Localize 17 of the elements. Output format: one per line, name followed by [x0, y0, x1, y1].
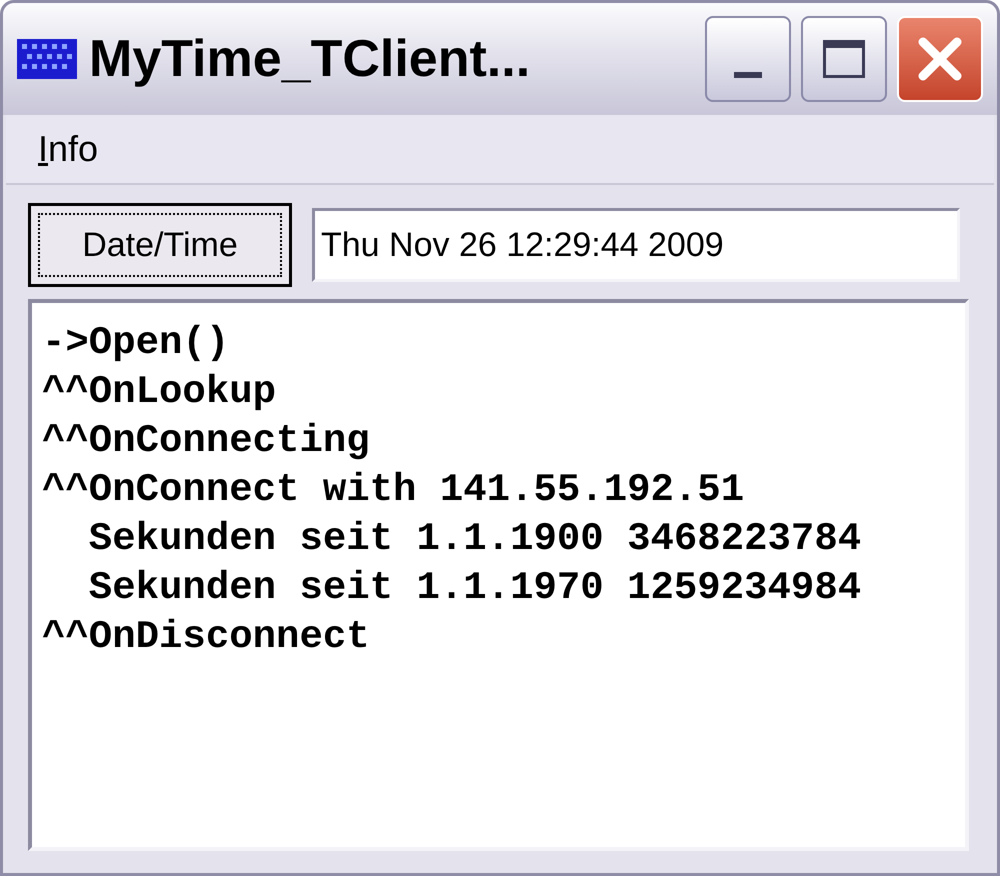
minimize-icon: [734, 72, 762, 78]
close-icon: [917, 36, 963, 82]
minimize-button[interactable]: [705, 16, 791, 102]
log-line: ^^OnConnecting: [42, 418, 370, 465]
window-title: MyTime_TClient...: [89, 29, 530, 90]
log-line: ->Open(): [42, 320, 230, 367]
close-button[interactable]: [897, 16, 983, 102]
maximize-button[interactable]: [801, 16, 887, 102]
date-time-button[interactable]: Date/Time: [28, 203, 292, 287]
log-line: ^^OnConnect with 141.55.192.51: [42, 467, 744, 514]
log-line: Sekunden seit 1.1.1900 3468223784: [88, 516, 862, 563]
log-line: Sekunden seit 1.1.1970 1259234984: [88, 565, 862, 612]
maximize-icon: [823, 40, 865, 78]
menu-item[interactable]: Info: [38, 122, 98, 176]
date-time-field[interactable]: Thu Nov 26 12:29:44 2009: [312, 208, 960, 282]
log-line: ^^OnLookup: [42, 369, 276, 416]
log-line: ^^OnDisconnect: [42, 614, 370, 661]
